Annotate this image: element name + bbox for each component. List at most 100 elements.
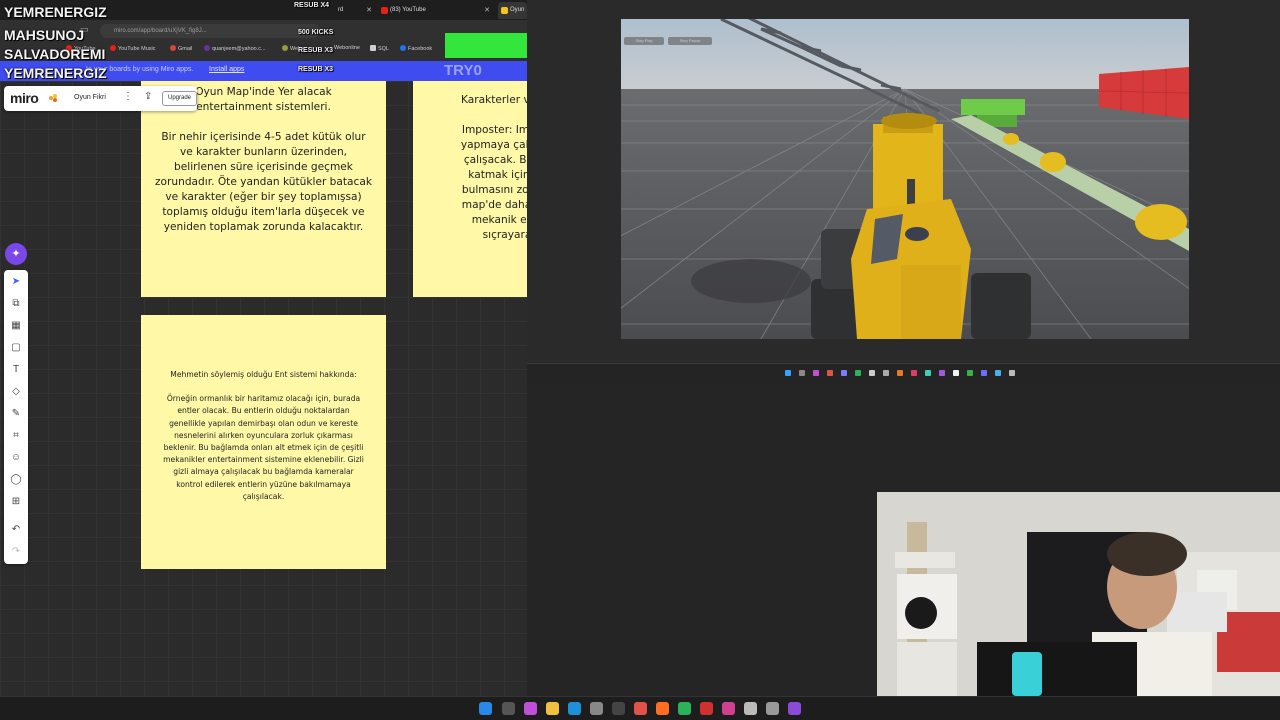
unity-game-view[interactable]: [621, 19, 1189, 339]
app-icon[interactable]: [883, 370, 889, 376]
bookmark-label: Gmail: [178, 46, 193, 52]
chrome-icon[interactable]: [634, 702, 647, 715]
sticky-body: Bir nehir içerisinde 4-5 adet kütük olur…: [155, 131, 373, 233]
shapes-icon[interactable]: ◇: [9, 385, 23, 399]
sticky-note-ent-system[interactable]: Mehmetin söylemiş olduğu Ent sistemi hak…: [141, 315, 386, 569]
miro-brand-icon: [49, 94, 57, 102]
bookmark-sql[interactable]: SQL: [370, 45, 389, 52]
miro-favicon-icon: [501, 7, 508, 14]
app-icon[interactable]: [911, 370, 917, 376]
share-icon[interactable]: ⇪: [144, 91, 152, 102]
add-icon[interactable]: ⊞: [9, 495, 23, 509]
bookmark-webonline[interactable]: Webonline: [334, 45, 360, 51]
app-icon[interactable]: [1009, 370, 1015, 376]
emoji-icon[interactable]: ☺: [9, 451, 23, 465]
app-icon[interactable]: [700, 702, 713, 715]
step-play-button[interactable]: Step Play: [624, 37, 664, 45]
app-icon[interactable]: [678, 702, 691, 715]
close-tab-icon[interactable]: ✕: [366, 2, 372, 19]
comment-icon[interactable]: ◯: [9, 473, 23, 487]
step-pause-button[interactable]: Step Pause: [668, 37, 712, 45]
sticky-line: Imposter: Impost: [461, 124, 527, 136]
secondary-taskbar: [527, 363, 1280, 383]
app-icon[interactable]: [981, 370, 987, 376]
tab-label: Oyun: [510, 7, 525, 13]
firefox-icon[interactable]: [656, 702, 669, 715]
miro-left-toolbar: ➤ ⧉ ▦ ▢ T ◇ ✎ ⌗ ☺ ◯ ⊞ ↶ ↷: [4, 270, 28, 564]
overlay-name-1: YEMRENERGIZ: [4, 4, 107, 20]
pen-icon[interactable]: ✎: [9, 407, 23, 421]
text-icon[interactable]: T: [9, 363, 23, 377]
close-tab-icon[interactable]: ✕: [484, 2, 490, 19]
tab-label: (83) YouTube: [390, 7, 426, 13]
table-icon[interactable]: ▦: [9, 319, 23, 333]
sticky-title: Mehmetin söylemiş olduğu Ent sistemi hak…: [170, 370, 357, 379]
bookmark-label: SQL: [378, 46, 390, 52]
gmail-icon: [170, 45, 176, 51]
app-icon[interactable]: [827, 370, 833, 376]
miro-top-toolbar: miro Oyun Fikri ⋮ ⇪ Upgrade: [4, 86, 197, 111]
webcam-feed: [877, 492, 1280, 720]
app-icon[interactable]: [785, 370, 791, 376]
sticky-note-entertainment[interactable]: Oyun Map'inde Yer alacak entertainment s…: [141, 81, 386, 297]
app-icon[interactable]: [799, 370, 805, 376]
unity-icon[interactable]: [744, 702, 757, 715]
task-view-icon[interactable]: [502, 702, 515, 715]
app-icon[interactable]: [841, 370, 847, 376]
copilot-icon[interactable]: [524, 702, 537, 715]
app-icon[interactable]: [995, 370, 1001, 376]
bookmark-label: Webonline: [334, 45, 360, 51]
sql-icon: [370, 45, 376, 51]
tab-partial[interactable]: rd ✕: [326, 2, 376, 19]
more-options-icon[interactable]: ⋮: [123, 91, 133, 102]
overlay-resub-4: RESUB X4: [294, 2, 330, 9]
visual-studio-icon[interactable]: [788, 702, 801, 715]
try-label: TRY0: [444, 62, 482, 79]
install-apps-link[interactable]: Install apps: [209, 66, 244, 73]
upgrade-button[interactable]: Upgrade: [162, 91, 197, 106]
url-input[interactable]: miro.com/app/board/uXjVK_fig8J...: [100, 24, 320, 38]
app-icon[interactable]: [967, 370, 973, 376]
bookmark-facebook[interactable]: Facebook: [400, 45, 432, 52]
cursor-icon[interactable]: ➤: [9, 275, 23, 289]
yahoo-icon: [204, 45, 210, 51]
windows-taskbar: [0, 696, 1280, 720]
bookmark-gmail[interactable]: Gmail: [170, 45, 192, 52]
sticky-note-icon[interactable]: ▢: [9, 341, 23, 355]
app-icon[interactable]: [897, 370, 903, 376]
redo-icon[interactable]: ↷: [9, 545, 23, 559]
app-icon[interactable]: [813, 370, 819, 376]
app-icon[interactable]: [590, 702, 603, 715]
overlay-kicks: 500 KICKS: [298, 29, 334, 36]
bookmark-youtube-music[interactable]: YouTube Music: [110, 45, 156, 52]
tab-youtube[interactable]: (83) YouTube ✕: [378, 2, 494, 19]
youtube-music-icon: [110, 45, 116, 51]
bookmark-label: quanjeem@yahoo.c...: [212, 46, 266, 52]
sticky-note-characters[interactable]: Karakterler ve Ro Imposter: Impost yapma…: [413, 81, 527, 297]
app-icon[interactable]: [766, 702, 779, 715]
frame-icon[interactable]: ⌗: [9, 429, 23, 443]
sticky-line: çalışacak. Bu rol: [463, 154, 527, 166]
youtube-icon: [381, 7, 388, 14]
overlay-resub-3a: RESUB X3: [298, 47, 334, 54]
overlay-resub-3b: RESUB X3: [298, 66, 334, 73]
bookmark-yahoo[interactable]: quanjeem@yahoo.c...: [204, 45, 266, 52]
windows-start-icon[interactable]: [479, 702, 492, 715]
app-icon[interactable]: [925, 370, 931, 376]
app-icon[interactable]: [953, 370, 959, 376]
undo-icon[interactable]: ↶: [9, 523, 23, 537]
template-icon[interactable]: ⧉: [9, 297, 23, 311]
tab-miro[interactable]: Oyun: [498, 2, 527, 19]
app-icon[interactable]: [869, 370, 875, 376]
edge-icon[interactable]: [568, 702, 581, 715]
file-explorer-icon[interactable]: [546, 702, 559, 715]
app-icon[interactable]: [939, 370, 945, 376]
miro-logo[interactable]: miro: [10, 90, 39, 106]
overlay-name-3: SALVADOREMI: [4, 46, 106, 62]
web-icon: [282, 45, 288, 51]
miro-ai-icon[interactable]: ✦: [5, 243, 27, 265]
app-icon[interactable]: [855, 370, 861, 376]
app-icon[interactable]: [722, 702, 735, 715]
board-name[interactable]: Oyun Fikri: [74, 94, 106, 101]
app-icon[interactable]: [612, 702, 625, 715]
